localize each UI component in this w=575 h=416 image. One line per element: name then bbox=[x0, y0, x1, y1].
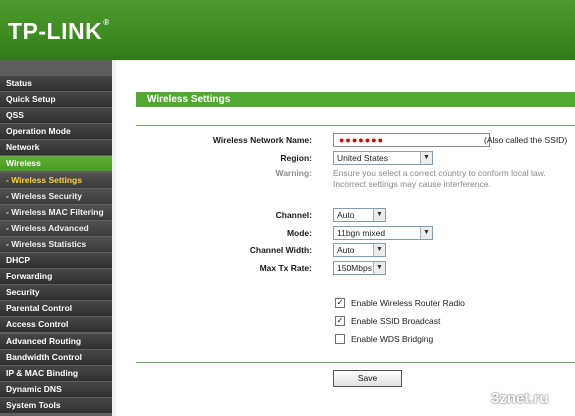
sidebar-item-wireless-security[interactable]: - Wireless Security bbox=[0, 188, 112, 204]
sidebar-item-security[interactable]: Security bbox=[0, 285, 112, 301]
mode-row: Mode: 11bgn mixed ▼ bbox=[116, 226, 575, 240]
bottom-divider bbox=[136, 362, 575, 363]
chevron-down-icon: ▼ bbox=[420, 152, 432, 164]
wds-bridging-checkbox[interactable] bbox=[335, 334, 345, 344]
ssid-row: Wireless Network Name: ●●●●●●● (Also cal… bbox=[116, 133, 575, 147]
chevron-down-icon: ▼ bbox=[373, 244, 385, 256]
watermark: 3znet.ru bbox=[491, 390, 549, 407]
max-tx-rate-row: Max Tx Rate: 150Mbps ▼ bbox=[116, 261, 575, 275]
main-content: Wireless Settings Wireless Network Name:… bbox=[116, 60, 575, 416]
sidebar-item-parental-control[interactable]: Parental Control bbox=[0, 301, 112, 317]
ssid-input[interactable]: ●●●●●●● bbox=[333, 133, 490, 147]
chevron-down-icon: ▼ bbox=[373, 262, 385, 274]
sidebar-item-forwarding[interactable]: Forwarding bbox=[0, 269, 112, 285]
region-label: Region: bbox=[280, 153, 312, 163]
wireless-radio-checkbox[interactable]: ✓ bbox=[335, 298, 345, 308]
section-title-bar: Wireless Settings bbox=[136, 92, 575, 107]
channel-label: Channel: bbox=[275, 210, 312, 220]
save-button[interactable]: Save bbox=[333, 370, 402, 387]
tp-link-logo: TP-LINK® bbox=[8, 18, 110, 44]
max-tx-rate-label: Max Tx Rate: bbox=[259, 263, 312, 273]
warning-text: Ensure you select a correct country to c… bbox=[333, 168, 546, 189]
sidebar-item-dynamic-dns[interactable]: Dynamic DNS bbox=[0, 381, 112, 397]
sidebar-item-wireless-advanced[interactable]: - Wireless Advanced bbox=[0, 220, 112, 236]
chevron-down-icon: ▼ bbox=[373, 209, 385, 221]
chevron-down-icon: ▼ bbox=[420, 227, 432, 239]
channel-select[interactable]: Auto ▼ bbox=[333, 208, 386, 222]
mode-label: Mode: bbox=[286, 228, 312, 238]
sidebar-item-dhcp[interactable]: DHCP bbox=[0, 253, 112, 269]
channel-row: Channel: Auto ▼ bbox=[116, 208, 575, 222]
sidebar-item-network[interactable]: Network bbox=[0, 140, 112, 156]
wds-bridging-label: Enable WDS Bridging bbox=[351, 334, 434, 344]
sidebar-item-advanced-routing[interactable]: Advanced Routing bbox=[0, 333, 112, 349]
section-title: Wireless Settings bbox=[147, 94, 231, 105]
mode-select[interactable]: 11bgn mixed ▼ bbox=[333, 226, 433, 240]
sidebar-item-wireless-statistics[interactable]: - Wireless Statistics bbox=[0, 236, 112, 252]
region-select[interactable]: United States ▼ bbox=[333, 151, 433, 165]
warning-label: Warning: bbox=[275, 168, 312, 178]
sidebar-item-status[interactable]: Status bbox=[0, 76, 112, 91]
sidebar-item-system-tools[interactable]: System Tools bbox=[0, 397, 112, 413]
max-tx-rate-select[interactable]: 150Mbps ▼ bbox=[333, 261, 386, 275]
channel-width-select[interactable]: Auto ▼ bbox=[333, 243, 386, 257]
header-banner: TP-LINK® bbox=[0, 0, 575, 60]
ssid-broadcast-checkbox[interactable]: ✓ bbox=[335, 316, 345, 326]
top-divider bbox=[136, 125, 575, 126]
ssid-label: Wireless Network Name: bbox=[212, 135, 312, 145]
channel-width-label: Channel Width: bbox=[249, 245, 312, 255]
sidebar-nav: Status Quick Setup QSS Operation Mode Networ… bbox=[0, 76, 112, 414]
ssid-note: (Also called the SSID) bbox=[484, 135, 568, 145]
sidebar-item-wireless-settings[interactable]: - Wireless Settings bbox=[0, 172, 112, 188]
sidebar-item-qss[interactable]: QSS bbox=[0, 108, 112, 124]
sidebar-item-ip-and-mac-binding[interactable]: IP & MAC Binding bbox=[0, 365, 112, 381]
sidebar-item-wireless[interactable]: Wireless bbox=[0, 156, 112, 172]
sidebar-item-access-control[interactable]: Access Control bbox=[0, 317, 112, 333]
wireless-radio-label: Enable Wireless Router Radio bbox=[351, 298, 465, 308]
ssid-broadcast-label: Enable SSID Broadcast bbox=[351, 316, 441, 326]
sidebar-item-bandwidth-control[interactable]: Bandwidth Control bbox=[0, 349, 112, 365]
channel-width-row: Channel Width: Auto ▼ bbox=[116, 243, 575, 257]
warning-row: Warning: Ensure you select a correct cou… bbox=[116, 166, 575, 192]
region-row: Region: United States ▼ bbox=[116, 151, 575, 165]
sidebar-item-wireless-mac-filtering[interactable]: - Wireless MAC Filtering bbox=[0, 204, 112, 220]
sidebar-item-operation-mode[interactable]: Operation Mode bbox=[0, 124, 112, 140]
sidebar-item-quick-setup[interactable]: Quick Setup bbox=[0, 92, 112, 108]
